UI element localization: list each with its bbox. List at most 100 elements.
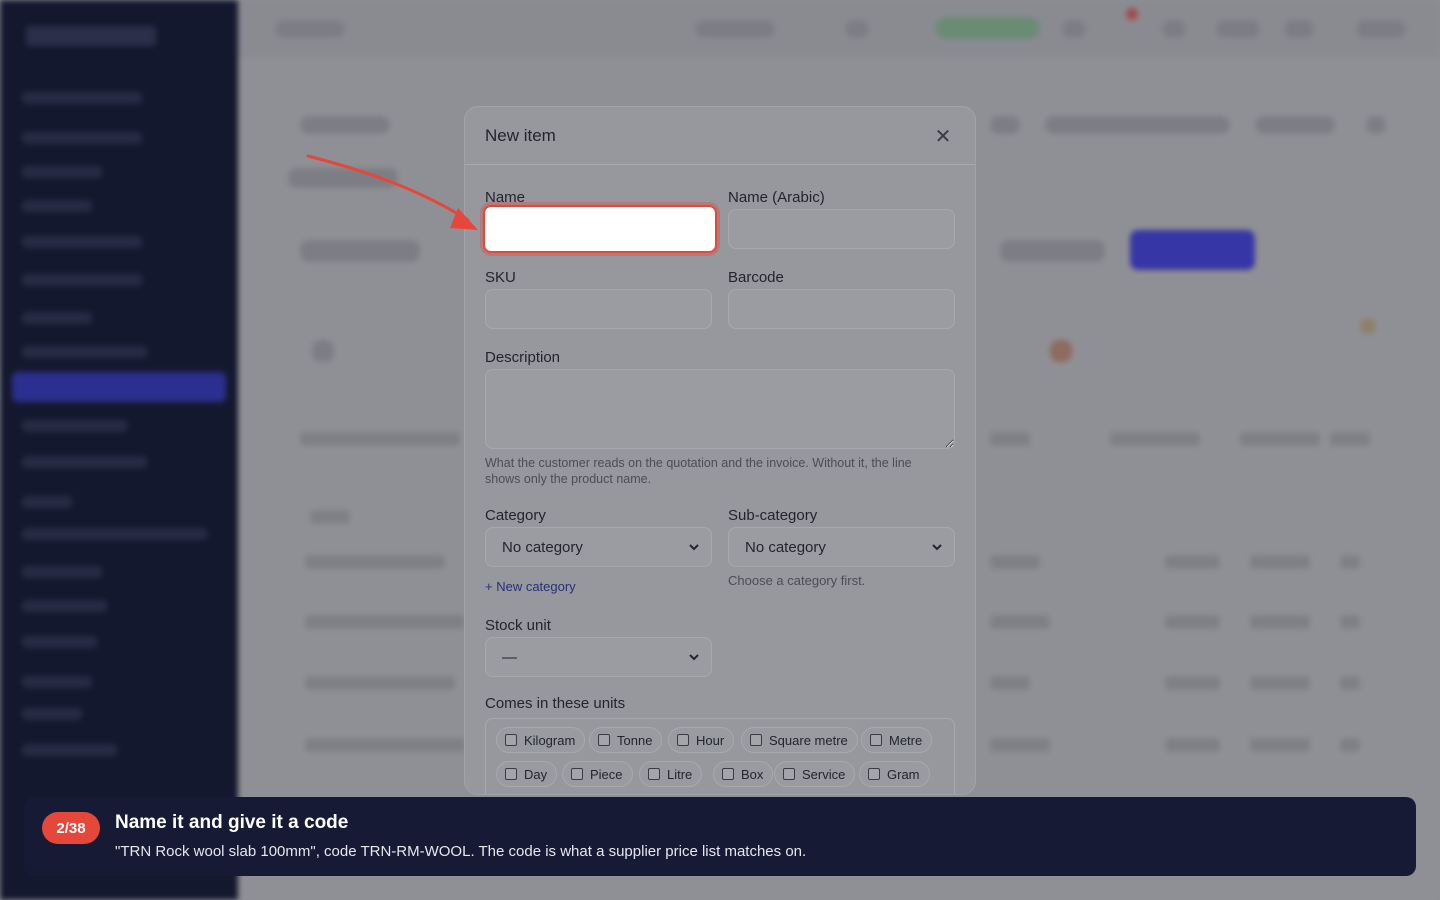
- unit-chip-litre[interactable]: Litre: [639, 761, 703, 787]
- description-label: Description: [485, 349, 561, 366]
- sidebar-item: [22, 132, 142, 144]
- tour-text: "TRN Rock wool slab 100mm", code TRN-RM-…: [115, 843, 807, 860]
- breadcrumb: [275, 20, 345, 38]
- chevron-down-icon: [932, 544, 942, 551]
- unit-chip-service[interactable]: Service: [774, 761, 856, 787]
- sidebar-item: [22, 566, 102, 578]
- new-category-link[interactable]: + New category: [485, 579, 576, 594]
- top-search: [695, 20, 775, 38]
- sku-input[interactable]: [485, 289, 712, 329]
- checkbox[interactable]: [870, 734, 882, 746]
- subcategory-help: Choose a category first.: [728, 573, 866, 588]
- unit-chip-box[interactable]: Box: [713, 761, 774, 787]
- top-icon: [845, 20, 869, 38]
- sidebar-item: [22, 236, 142, 248]
- sidebar-item-active: [12, 372, 226, 402]
- checkbox[interactable]: [505, 768, 517, 780]
- sidebar: [0, 0, 238, 900]
- barcode-input[interactable]: [728, 289, 955, 329]
- chevron-down-icon: [689, 654, 699, 661]
- checkbox[interactable]: [868, 768, 880, 780]
- sidebar-item: [22, 496, 72, 508]
- modal-title: New item: [485, 125, 556, 145]
- top-icon: [1162, 20, 1186, 38]
- top-icon: [1216, 20, 1260, 38]
- checkbox[interactable]: [750, 734, 762, 746]
- new-item-modal: New item ✕ Name Name (Arabic) SKU Barcod…: [464, 106, 976, 795]
- stock-unit-select[interactable]: —: [485, 637, 712, 677]
- bg-tab: [1255, 116, 1335, 134]
- modal-header: New item ✕: [465, 107, 975, 165]
- sidebar-item: [22, 528, 207, 540]
- sidebar-item: [22, 600, 107, 612]
- sidebar-item: [22, 456, 147, 468]
- sidebar-item: [22, 166, 102, 178]
- sidebar-item: [22, 708, 82, 720]
- category-select[interactable]: No category: [485, 527, 712, 567]
- name-arabic-input[interactable]: [728, 209, 955, 249]
- pointer-arrow-icon: [306, 154, 478, 230]
- description-textarea[interactable]: [485, 369, 955, 449]
- unit-chip-piece[interactable]: Piece: [562, 761, 633, 787]
- bg-stat-icon: [312, 340, 334, 362]
- checkbox[interactable]: [648, 768, 660, 780]
- top-icon: [1356, 20, 1406, 38]
- bg-tab: [990, 116, 1020, 134]
- chevron-down-icon: [689, 544, 699, 551]
- sidebar-item: [22, 676, 92, 688]
- barcode-label: Barcode: [728, 269, 784, 286]
- sidebar-item: [22, 312, 92, 324]
- subcategory-select[interactable]: No category: [728, 527, 955, 567]
- category-select-value: No category: [502, 538, 583, 556]
- bg-tab: [1045, 116, 1230, 134]
- sku-label: SKU: [485, 269, 516, 286]
- unit-chip-kilogram[interactable]: Kilogram: [496, 727, 586, 753]
- units-label: Comes in these units: [485, 695, 626, 712]
- sidebar-item: [22, 744, 117, 756]
- stock-unit-label: Stock unit: [485, 617, 551, 634]
- tour-title: Name it and give it a code: [115, 812, 349, 833]
- notification-dot: [1126, 8, 1138, 20]
- checkbox[interactable]: [598, 734, 610, 746]
- unit-chip-tonne[interactable]: Tonne: [589, 727, 663, 753]
- bg-stat-icon: [1050, 340, 1072, 362]
- subcategory-select-value: No category: [745, 538, 826, 556]
- sidebar-item: [22, 420, 127, 432]
- bg-tab: [300, 116, 390, 134]
- bg-primary-button: [1130, 230, 1255, 270]
- checkbox[interactable]: [505, 734, 517, 746]
- checkbox[interactable]: [783, 768, 795, 780]
- checkbox[interactable]: [571, 768, 583, 780]
- stock-unit-select-value: —: [502, 648, 517, 666]
- name-input[interactable]: [483, 205, 717, 253]
- subcategory-label: Sub-category: [728, 507, 818, 524]
- bg-stat-icon: [1360, 318, 1376, 334]
- name-arabic-label: Name (Arabic): [728, 189, 825, 206]
- status-pill: [935, 17, 1040, 39]
- close-icon[interactable]: ✕: [931, 124, 955, 148]
- tour-bar: 2/38 Name it and give it a code "TRN Roc…: [24, 797, 1416, 876]
- sidebar-item: [22, 200, 92, 212]
- checkbox[interactable]: [677, 734, 689, 746]
- step-badge: 2/38: [42, 812, 100, 844]
- bg-tab: [1366, 116, 1386, 134]
- top-icon: [1062, 20, 1086, 38]
- logo: [26, 26, 156, 46]
- unit-chip-gram[interactable]: Gram: [859, 761, 930, 787]
- units-group: Kilogram Tonne Hour Square metre Metre D…: [485, 718, 955, 794]
- bg-filter: [1000, 240, 1105, 262]
- sidebar-item: [22, 274, 142, 286]
- unit-chip-day[interactable]: Day: [496, 761, 558, 787]
- top-icon: [1284, 20, 1314, 38]
- sidebar-item: [22, 92, 142, 104]
- unit-chip-metre[interactable]: Metre: [861, 727, 933, 753]
- sidebar-item: [22, 346, 147, 358]
- unit-chip-hour[interactable]: Hour: [668, 727, 735, 753]
- description-help: What the customer reads on the quotation…: [485, 456, 912, 486]
- name-label: Name: [485, 189, 526, 206]
- bg-filter: [300, 240, 420, 262]
- checkbox[interactable]: [722, 768, 734, 780]
- unit-chip-square-metre[interactable]: Square metre: [741, 727, 858, 753]
- category-label: Category: [485, 507, 546, 524]
- sidebar-item: [22, 636, 97, 648]
